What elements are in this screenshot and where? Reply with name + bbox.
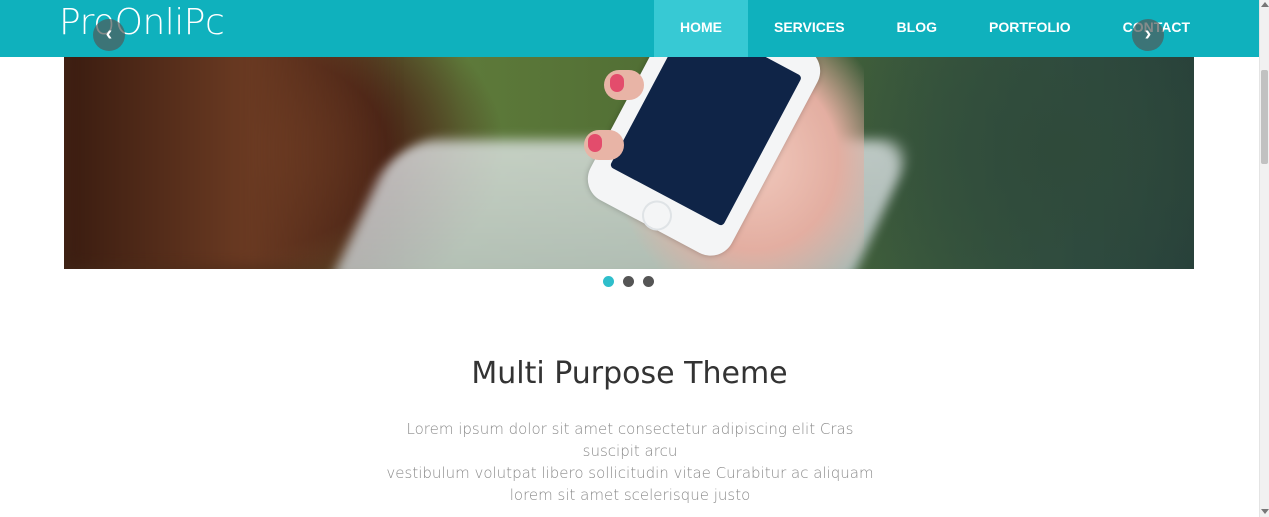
slider-dot-1[interactable]	[603, 276, 614, 287]
chevron-right-icon: ›	[1144, 23, 1152, 45]
nav-home[interactable]: HOME	[654, 0, 748, 57]
nav-portfolio[interactable]: PORTFOLIO	[963, 0, 1097, 57]
slider-pagination	[603, 276, 654, 287]
section-description: Lorem ipsum dolor sit amet consectetur a…	[380, 418, 880, 506]
description-line: Lorem ipsum dolor sit amet consectetur a…	[406, 420, 854, 460]
nav-blog[interactable]: BLOG	[871, 0, 963, 57]
scroll-down-arrow-icon[interactable]	[1261, 509, 1269, 514]
scrollbar-thumb[interactable]	[1261, 70, 1268, 164]
slider-image	[64, 30, 1194, 269]
fingernail-shape	[588, 134, 602, 152]
scroll-up-arrow-icon[interactable]	[1261, 2, 1269, 7]
hair-shape	[64, 30, 394, 269]
slider-dot-2[interactable]	[623, 276, 634, 287]
nav-services[interactable]: SERVICES	[748, 0, 871, 57]
top-navbar: ProOnliPc HOME SERVICES BLOG PORTFOLIO C…	[0, 0, 1259, 57]
description-line: vestibulum volutpat libero sollicitudin …	[386, 464, 874, 482]
slider-dot-3[interactable]	[643, 276, 654, 287]
slider-next-button[interactable]: ›	[1132, 19, 1164, 51]
brand-logo[interactable]: ProOnliPc	[59, 2, 225, 43]
slider-prev-button[interactable]: ‹	[93, 19, 125, 51]
description-line: lorem sit amet scelerisque justo	[509, 486, 751, 504]
chevron-left-icon: ‹	[105, 23, 113, 45]
section-title: Multi Purpose Theme	[471, 356, 788, 391]
fingernail-shape	[610, 74, 624, 92]
main-nav: HOME SERVICES BLOG PORTFOLIO CONTACT	[654, 0, 1216, 57]
